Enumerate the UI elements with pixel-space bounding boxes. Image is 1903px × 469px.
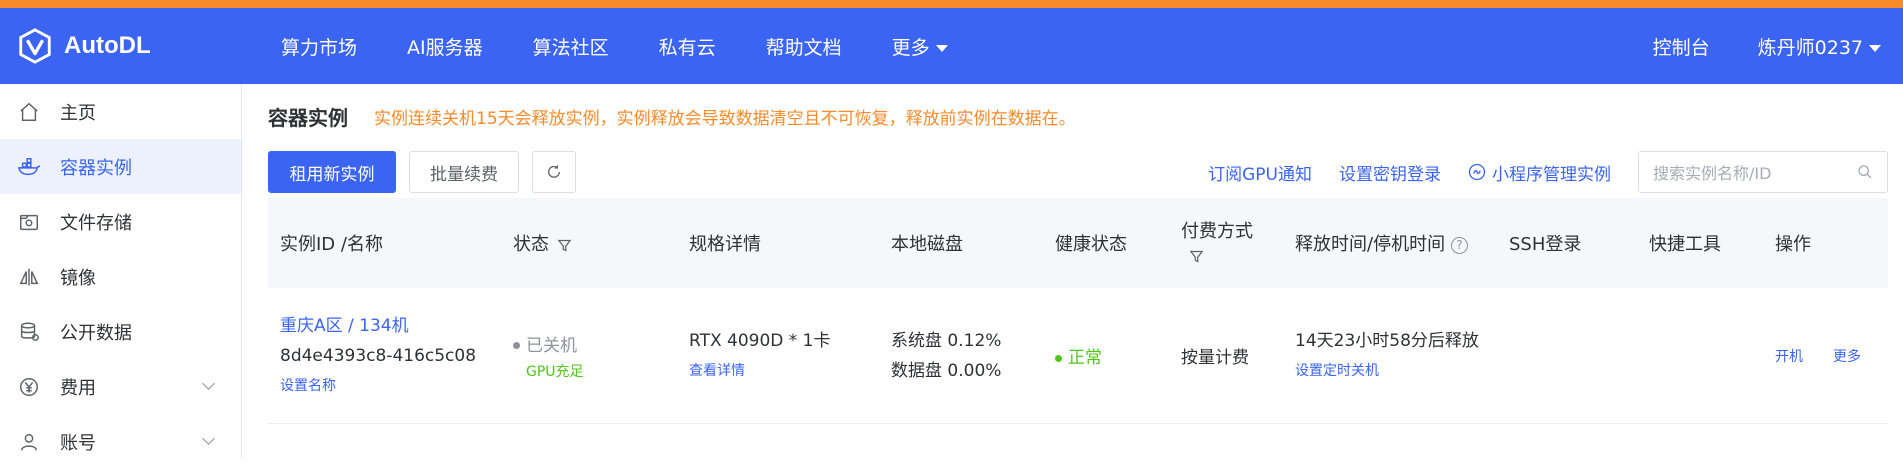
sidebar-item-label: 公开数据 xyxy=(60,322,132,344)
miniprogram-icon xyxy=(1468,163,1486,181)
instance-status: 已关机 xyxy=(526,335,577,356)
chevron-down-icon xyxy=(935,44,948,52)
sidebar-item-file-storage[interactable]: 文件存储 xyxy=(0,194,241,249)
table-header: 实例ID /名称 状态 规格详情 本地磁盘 健康状态 付费方式 释放时间/停机时… xyxy=(268,198,1888,288)
chevron-down-icon xyxy=(202,377,215,390)
folder-icon xyxy=(16,209,42,235)
home-icon xyxy=(16,99,42,125)
sidebar-item-public-data[interactable]: 公开数据 xyxy=(0,304,241,359)
toolbar: 租用新实例 批量续费 订阅GPU通知 设置密钥登录 小程序管理实例 搜索实例名称… xyxy=(268,148,1888,196)
search-input[interactable]: 搜索实例名称/ID xyxy=(1638,151,1888,193)
database-icon xyxy=(16,319,42,345)
rent-new-instance-button[interactable]: 租用新实例 xyxy=(268,151,396,193)
header-disk: 本地磁盘 xyxy=(891,234,963,255)
nav-item-private-cloud[interactable]: 私有云 xyxy=(659,33,716,60)
help-icon[interactable]: ? xyxy=(1451,236,1469,254)
sidebar-item-account[interactable]: 账号 xyxy=(0,414,241,469)
filter-icon[interactable] xyxy=(557,238,572,253)
chevron-down-icon xyxy=(1869,44,1881,52)
sidebar: 主页 容器实例 文件存储 镜像 公开数据 费用 账号 xyxy=(0,84,242,458)
brand-name: AutoDL xyxy=(64,32,151,59)
start-instance-link[interactable]: 开机 xyxy=(1775,346,1803,366)
nav-more-label: 更多 xyxy=(891,36,930,59)
nav-item-more[interactable]: 更多 xyxy=(892,33,948,60)
instance-spec: RTX 4090D * 1卡 xyxy=(689,330,831,351)
health-status: 正常 xyxy=(1068,348,1102,368)
system-disk-usage: 系统盘 0.12% xyxy=(891,330,1002,351)
autodl-logo-icon xyxy=(19,28,51,64)
main-content: 容器实例 实例连续关机15天会释放实例，实例释放会导致数据清空且不可恢复，释放前… xyxy=(268,84,1888,424)
nav-console[interactable]: 控制台 xyxy=(1653,33,1710,60)
header-tools: 快捷工具 xyxy=(1649,234,1721,255)
user-icon xyxy=(16,429,42,455)
header-actions: 操作 xyxy=(1775,234,1811,255)
health-dot xyxy=(1055,354,1062,362)
search-placeholder: 搜索实例名称/ID xyxy=(1653,164,1772,183)
instance-table: 实例ID /名称 状态 规格详情 本地磁盘 健康状态 付费方式 释放时间/停机时… xyxy=(268,198,1888,424)
instance-region-link[interactable]: 重庆A区 / 134机 xyxy=(280,311,501,341)
gpu-status: GPU充足 xyxy=(526,363,584,380)
key-login-link[interactable]: 设置密钥登录 xyxy=(1339,160,1441,185)
batch-renew-button[interactable]: 批量续费 xyxy=(409,151,519,193)
refresh-icon xyxy=(548,165,560,178)
header-instance-id: 实例ID /名称 xyxy=(280,234,383,255)
sidebar-item-label: 容器实例 xyxy=(60,157,132,179)
nav-item-docs[interactable]: 帮助文档 xyxy=(766,33,842,60)
chevron-down-icon xyxy=(202,432,215,445)
release-warning: 实例连续关机15天会释放实例，实例释放会导致数据清空且不可恢复，释放前实例在数据… xyxy=(374,108,1076,129)
user-name: 炼丹师0237 xyxy=(1757,36,1863,59)
header-status-label: 状态 xyxy=(513,234,549,255)
sidebar-item-label: 费用 xyxy=(60,377,96,399)
data-disk-usage: 数据盘 0.00% xyxy=(891,360,1002,381)
subscribe-gpu-link[interactable]: 订阅GPU通知 xyxy=(1208,160,1312,185)
sidebar-item-home[interactable]: 主页 xyxy=(0,84,241,139)
header-health: 健康状态 xyxy=(1055,234,1127,255)
sidebar-item-container[interactable]: 容器实例 xyxy=(0,139,241,194)
container-icon xyxy=(16,154,42,180)
header-billing[interactable]: 付费方式 xyxy=(1169,217,1283,269)
miniprogram-label: 小程序管理实例 xyxy=(1492,164,1611,185)
instance-id: 8d4e4393c8-416c5c08 xyxy=(280,345,477,366)
sidebar-item-billing[interactable]: 费用 xyxy=(0,359,241,414)
set-shutdown-link[interactable]: 设置定时关机 xyxy=(1295,356,1497,386)
page-title: 容器实例 xyxy=(268,105,348,130)
header-release: 释放时间/停机时间? xyxy=(1283,230,1497,256)
set-name-link[interactable]: 设置名称 xyxy=(280,371,501,401)
header-ssh: SSH登录 xyxy=(1509,234,1582,255)
filter-icon[interactable] xyxy=(1189,249,1204,264)
header-spec: 规格详情 xyxy=(689,234,761,255)
spec-detail-link[interactable]: 查看详情 xyxy=(689,356,879,386)
top-accent-strip xyxy=(0,0,1903,8)
search-icon xyxy=(1858,165,1872,179)
miniprogram-link[interactable]: 小程序管理实例 xyxy=(1468,160,1611,185)
brand-logo[interactable]: AutoDL xyxy=(16,27,266,65)
billing-type: 按量计费 xyxy=(1181,348,1249,368)
table-row: 重庆A区 / 134机 8d4e4393c8-416c5c08 设置名称 已关机… xyxy=(268,288,1888,424)
header-billing-label: 付费方式 xyxy=(1181,221,1253,242)
nav-item-compute-market[interactable]: 算力市场 xyxy=(281,33,357,60)
header-release-label: 释放时间/停机时间 xyxy=(1295,234,1446,255)
sidebar-item-image[interactable]: 镜像 xyxy=(0,249,241,304)
image-icon xyxy=(16,264,42,290)
header-status[interactable]: 状态 xyxy=(501,230,677,256)
sidebar-item-label: 主页 xyxy=(60,102,96,124)
sidebar-item-label: 镜像 xyxy=(60,267,96,289)
top-navbar: AutoDL 算力市场 AI服务器 算法社区 私有云 帮助文档 更多 控制台 炼… xyxy=(0,8,1903,84)
more-actions-link[interactable]: 更多 xyxy=(1833,346,1861,366)
nav-item-ai-server[interactable]: AI服务器 xyxy=(407,33,483,60)
user-menu[interactable]: 炼丹师0237 xyxy=(1758,33,1881,60)
sidebar-item-label: 账号 xyxy=(60,432,96,454)
refresh-button[interactable] xyxy=(532,151,576,193)
status-dot xyxy=(513,342,520,349)
sidebar-item-label: 文件存储 xyxy=(60,212,132,234)
yen-icon xyxy=(16,374,42,400)
nav-item-community[interactable]: 算法社区 xyxy=(533,33,609,60)
release-time: 14天23小时58分后释放 xyxy=(1295,330,1479,351)
